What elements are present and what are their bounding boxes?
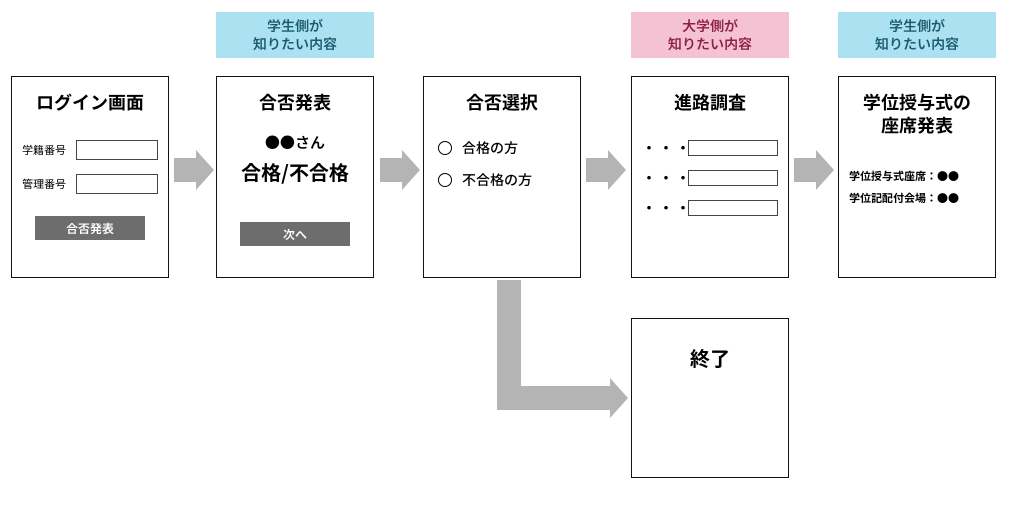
screen-choice: 合否選択 合格の方 不合格の方 [423,76,581,278]
survey-row1-input[interactable] [688,140,778,156]
tag-student-1: 学生側が 知りたい内容 [216,12,374,58]
login-field1-label: 学籍番号 [22,142,76,158]
arrow-choice-to-survey [586,158,608,182]
seat-row2: 学位記配付会場：●● [849,190,985,206]
arrow-login-to-result [174,158,196,182]
tag-student-2: 学生側が 知りたい内容 [838,12,996,58]
screen-end: 終了 [631,318,789,478]
survey-row2-dots: ・・・ [642,168,688,188]
survey-title: 進路調査 [642,91,778,114]
result-next-button[interactable]: 次へ [240,222,350,246]
screen-survey: 進路調査 ・・・ ・・・ ・・・ [631,76,789,278]
screen-result: 合否発表 ●●さん 合格/不合格 次へ [216,76,374,278]
choice-radio-pass[interactable] [438,141,452,155]
login-title: ログイン画面 [22,91,158,114]
end-title: 終了 [690,343,730,372]
result-title: 合否発表 [227,91,363,114]
survey-row2-input[interactable] [688,170,778,186]
login-field1-input[interactable] [76,140,158,160]
arrow-choice-to-end-head [497,386,610,410]
seat-title: 学位授与式の 座席発表 [849,91,985,138]
login-field2-input[interactable] [76,174,158,194]
choice-radio-fail[interactable] [438,173,452,187]
arrow-survey-to-seat [794,158,816,182]
survey-row3-dots: ・・・ [642,198,688,218]
result-status: 合格/不合格 [227,157,363,186]
login-field2-label: 管理番号 [22,176,76,192]
survey-row1-dots: ・・・ [642,138,688,158]
result-name: ●●さん [227,132,363,153]
arrow-result-to-choice [380,158,402,182]
seat-row1: 学位授与式座席：●● [849,168,985,184]
screen-login: ログイン画面 学籍番号 管理番号 合否発表 [11,76,169,278]
login-submit-button[interactable]: 合否発表 [35,216,145,240]
tag-university: 大学側が 知りたい内容 [631,12,789,58]
survey-row3-input[interactable] [688,200,778,216]
screen-seat: 学位授与式の 座席発表 学位授与式座席：●● 学位記配付会場：●● [838,76,996,278]
choice-title: 合否選択 [434,91,570,114]
choice-opt1-label: 合格の方 [462,138,518,158]
choice-opt2-label: 不合格の方 [462,170,532,190]
